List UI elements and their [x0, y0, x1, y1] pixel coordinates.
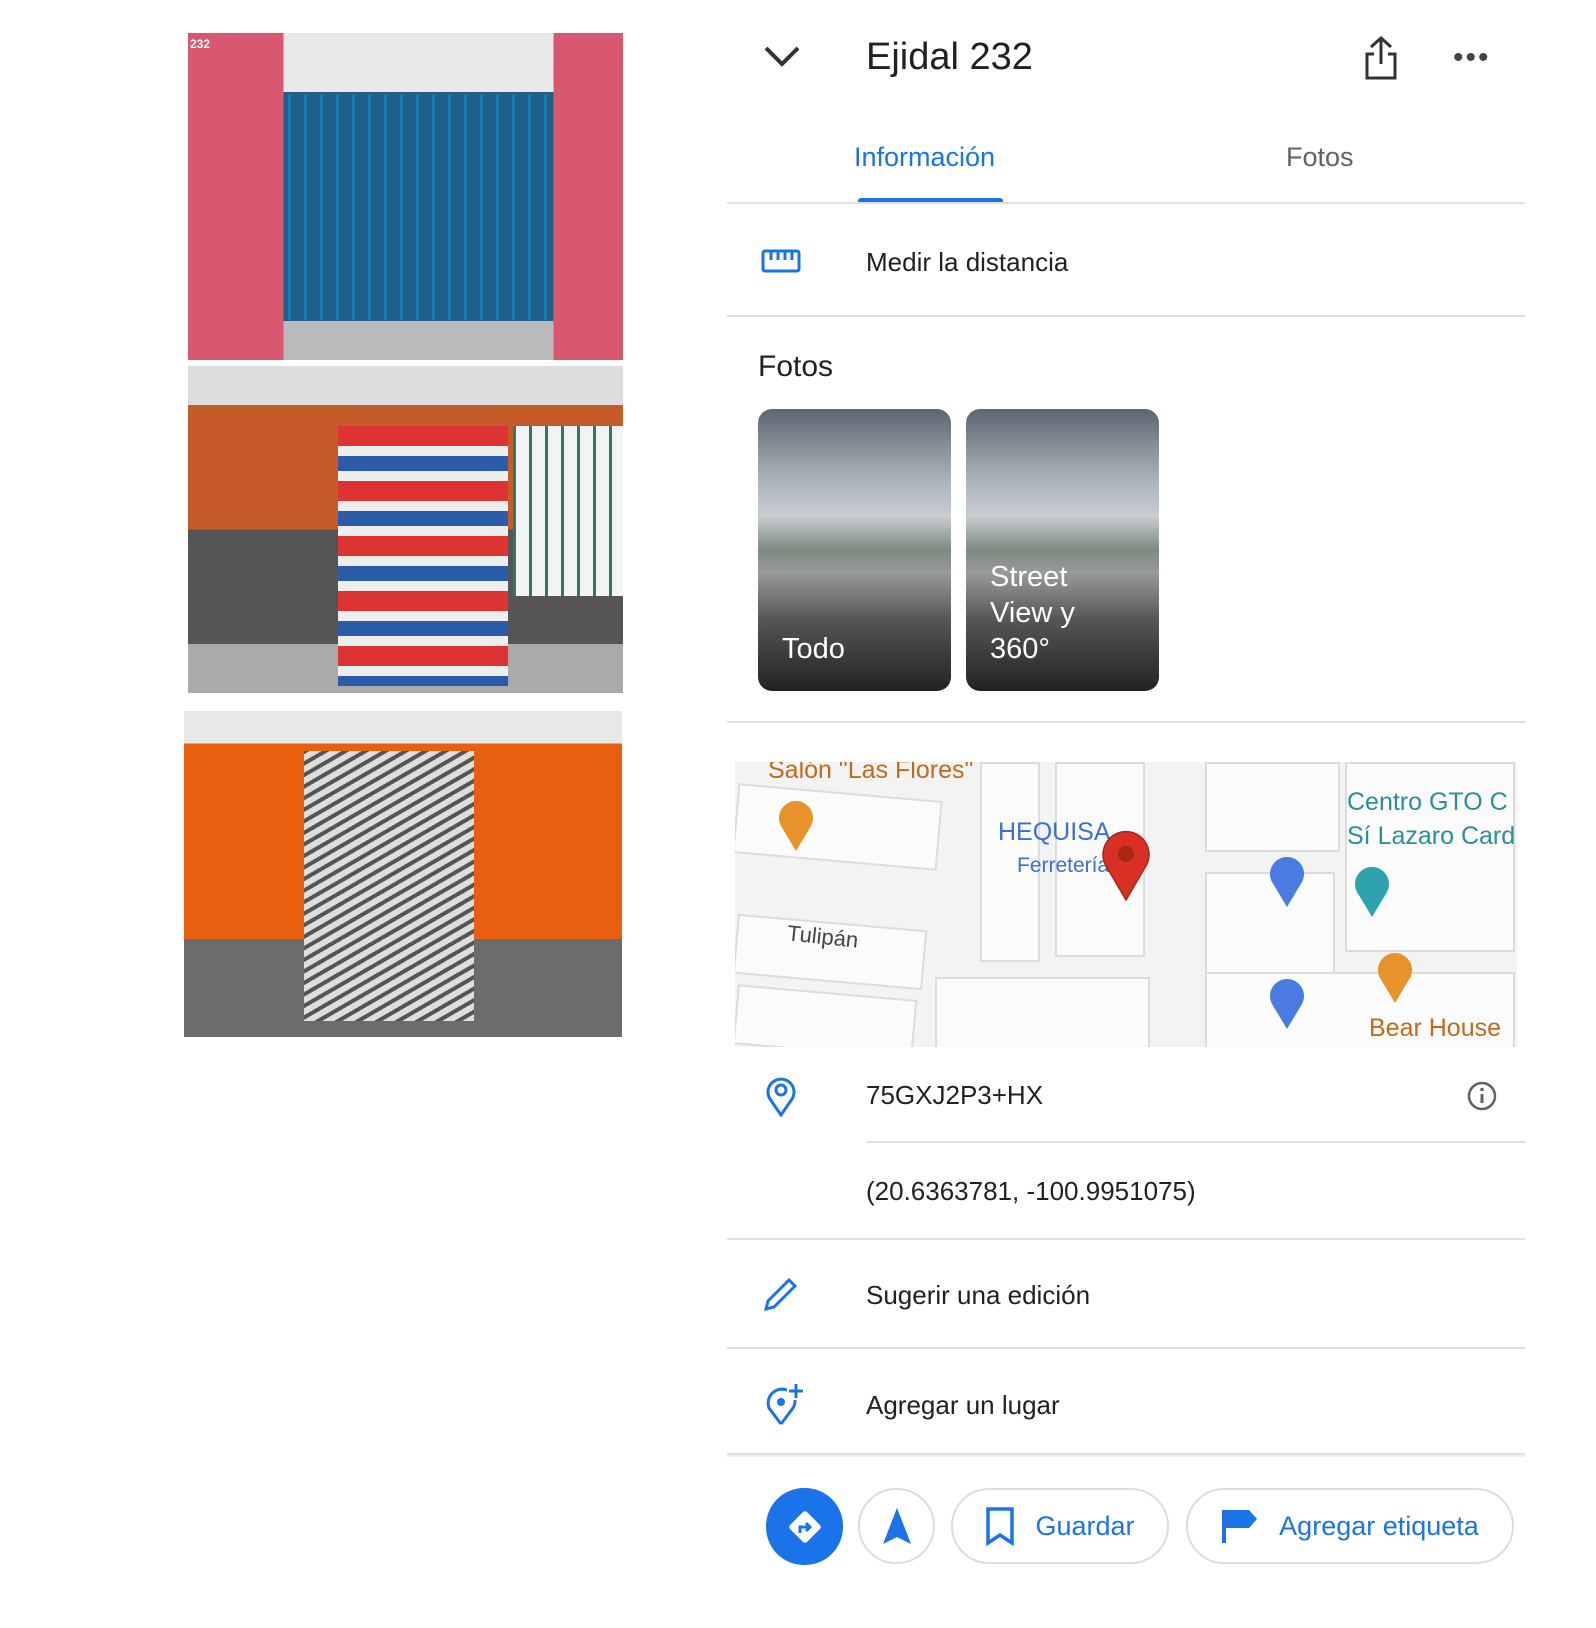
coordinates[interactable]: (20.6363781, -100.9951075): [866, 1176, 1196, 1207]
divider: [727, 202, 1525, 204]
divider: [727, 1347, 1525, 1349]
map-label-bear-house[interactable]: Bear House: [1369, 1014, 1501, 1043]
map-label-centro-2: Sí Lazaro Card: [1347, 822, 1516, 850]
divider: [727, 721, 1525, 723]
map-label-hequisa[interactable]: HEQUISA: [998, 818, 1111, 847]
tile-label: Todo: [782, 633, 845, 665]
save-button[interactable]: Guardar: [951, 1488, 1169, 1564]
measure-distance-button[interactable]: Medir la distancia: [866, 247, 1068, 278]
location-marker-icon: [766, 1077, 796, 1117]
divider: [727, 1453, 1525, 1457]
start-navigation-button[interactable]: [858, 1488, 935, 1564]
shopping-pin-icon: [1270, 857, 1304, 907]
plus-code[interactable]: 75GXJ2P3+HX: [866, 1080, 1043, 1111]
save-label: Guardar: [1035, 1510, 1135, 1541]
map-label-centro[interactable]: Centro GTO C: [1347, 788, 1508, 817]
map-preview[interactable]: Salón "Las Flores" HEQUISA Ferretería Tu…: [735, 762, 1517, 1047]
suggest-edit-button[interactable]: Sugerir una edición: [866, 1280, 1090, 1311]
store-pipes-photo[interactable]: [184, 711, 622, 1037]
divider: [866, 1141, 1525, 1143]
more-options-icon[interactable]: •••: [1453, 43, 1491, 73]
photos-section-title: Fotos: [758, 350, 834, 383]
photo-tile-all[interactable]: Todo: [758, 409, 951, 691]
cart-pin-icon: [1270, 979, 1304, 1029]
restaurant-pin-icon: [1378, 953, 1412, 1003]
page-title: Ejidal 232: [866, 36, 1033, 78]
add-label-text: Agregar etiqueta: [1279, 1510, 1479, 1541]
add-label-button[interactable]: Agregar etiqueta: [1186, 1488, 1514, 1564]
museum-pin-icon: [1355, 867, 1389, 917]
map-label-salon[interactable]: Salón "Las Flores": [768, 762, 973, 785]
divider: [727, 315, 1525, 317]
flag-icon: [1222, 1510, 1258, 1543]
bookmark-icon: [986, 1507, 1015, 1546]
store-front-photo[interactable]: 232: [188, 33, 623, 360]
photo-caption: 232: [190, 37, 211, 51]
tab-fotos[interactable]: Fotos: [1286, 142, 1354, 173]
add-place-button[interactable]: Agregar un lugar: [866, 1390, 1060, 1421]
navigation-arrow-icon: [882, 1508, 911, 1544]
divider: [727, 1238, 1525, 1240]
info-icon[interactable]: [1466, 1080, 1498, 1112]
store-interior-photo[interactable]: [188, 366, 623, 693]
photo-tile-street-view[interactable]: Street View y 360°: [966, 409, 1159, 691]
location-pin-icon: [1102, 830, 1150, 902]
add-place-icon: [766, 1384, 803, 1425]
tab-informacion[interactable]: Información: [854, 142, 995, 173]
ruler-icon: [761, 249, 801, 273]
directions-icon: [788, 1510, 821, 1543]
map-label-ferreteria: Ferretería: [1017, 854, 1110, 877]
tile-label: Street View y 360°: [990, 561, 1075, 665]
chevron-down-icon[interactable]: [763, 42, 801, 72]
pencil-icon: [763, 1277, 798, 1312]
bar-pin-icon: [779, 801, 813, 851]
directions-button[interactable]: [766, 1488, 843, 1565]
share-icon[interactable]: [1364, 36, 1398, 80]
